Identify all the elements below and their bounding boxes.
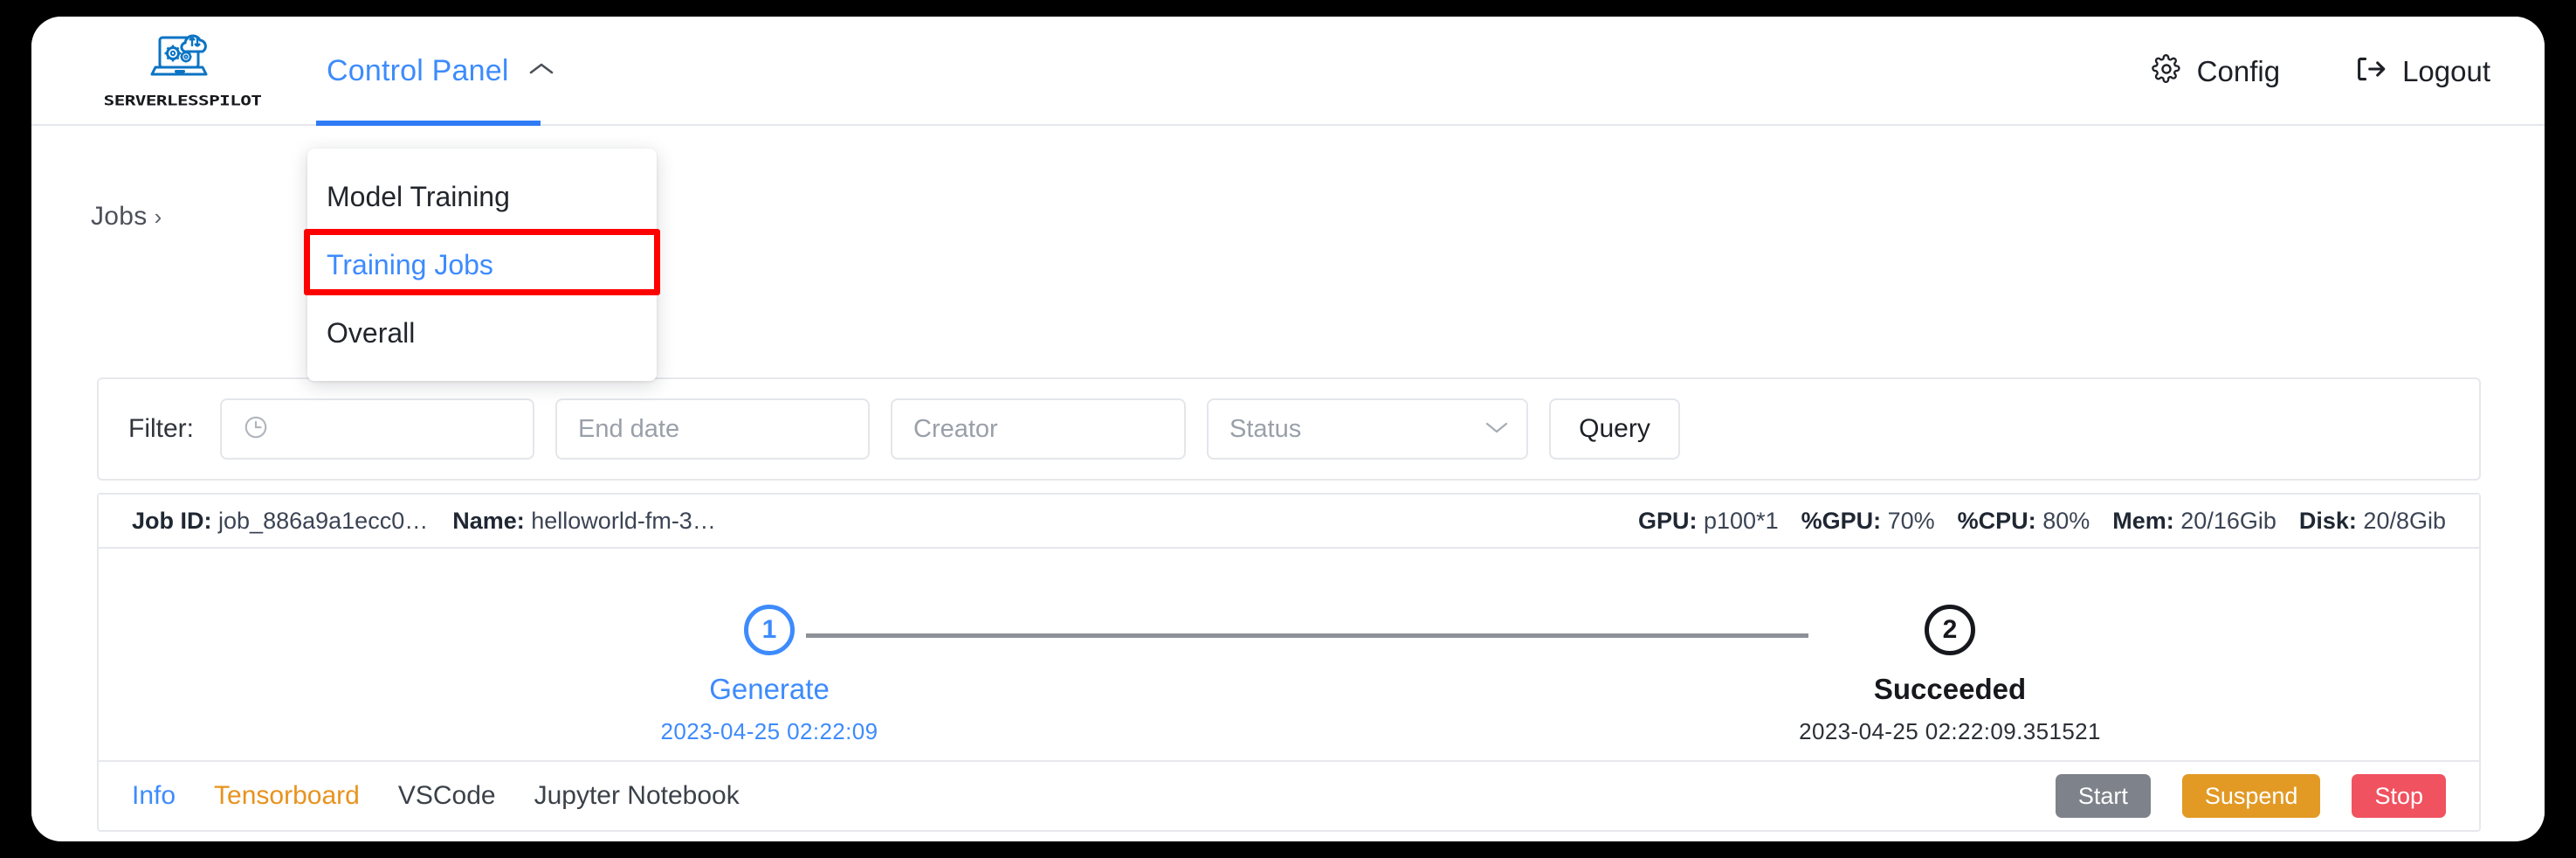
job-card: Job ID: job_886a9a1ecc0… Name: helloworl… — [97, 493, 2481, 832]
resource-gpu-pct-label: %GPU: — [1801, 507, 1882, 534]
resource-gpu-pct-value: 70% — [1887, 507, 1935, 534]
breadcrumb: Jobs › — [91, 202, 162, 232]
creator-input[interactable]: Creator — [891, 398, 1186, 460]
dropdown-item-overall[interactable]: Overall — [307, 299, 657, 367]
start-date-input[interactable] — [220, 398, 534, 460]
step-2-title: Succeeded — [1873, 673, 2027, 705]
stop-button[interactable]: Stop — [2352, 774, 2446, 818]
suspend-button[interactable]: Suspend — [2181, 774, 2321, 818]
resource-cpu-pct-label: %CPU: — [1957, 507, 2036, 534]
logout-button[interactable]: Logout — [2355, 55, 2490, 88]
nav-control-panel[interactable]: Control Panel — [320, 17, 561, 126]
filter-bar: Filter: End date Creator Status Query — [97, 377, 2481, 481]
breadcrumb-jobs[interactable]: Jobs — [91, 202, 148, 231]
clock-icon — [243, 414, 269, 445]
job-card-footer: Info Tensorboard VSCode Jupyter Notebook… — [99, 760, 2479, 830]
resource-cpu-pct: %CPU: 80% — [1958, 508, 2090, 535]
nav-control-panel-label: Control Panel — [327, 54, 509, 87]
gear-icon — [2151, 54, 2181, 88]
resource-disk-label: Disk: — [2298, 507, 2357, 534]
resource-gpu-pct: %GPU: 70% — [1801, 508, 1935, 535]
top-navigation-bar: SERVERLESSPILOT Control Panel Config Log… — [31, 17, 2545, 126]
filter-label: Filter: — [128, 414, 194, 443]
resource-disk: Disk: 20/8Gib — [2299, 508, 2446, 535]
job-card-header: Job ID: job_886a9a1ecc0… Name: helloworl… — [99, 495, 2479, 549]
tab-jupyter-notebook[interactable]: Jupyter Notebook — [534, 781, 740, 811]
resource-gpu-label: GPU: — [1637, 507, 1698, 534]
status-select[interactable]: Status — [1207, 398, 1528, 460]
top-right-actions: Config Logout — [2151, 17, 2490, 126]
config-button[interactable]: Config — [2151, 54, 2281, 88]
job-id-value: job_886a9a1ecc0… — [218, 507, 429, 534]
brand-logo[interactable]: SERVERLESSPILOT — [90, 25, 275, 111]
step-2-number: 2 — [1925, 605, 1975, 655]
job-name-label: Name: — [452, 507, 525, 534]
job-action-buttons: Start Suspend Stop — [2055, 774, 2446, 818]
job-name-value: helloworld-fm-3… — [531, 507, 716, 534]
logout-icon — [2355, 55, 2387, 87]
dropdown-item-model-training[interactable]: Model Training — [307, 163, 657, 231]
resource-mem: Mem: 20/16Gib — [2112, 508, 2276, 535]
breadcrumb-separator-icon: › — [154, 204, 162, 230]
brand-wordmark: SERVERLESSPILOT — [103, 92, 262, 109]
laptop-cloud-gears-icon — [150, 25, 215, 88]
job-name: Name: helloworld-fm-3… — [452, 508, 716, 535]
resource-mem-value: 20/16Gib — [2180, 507, 2276, 534]
creator-placeholder: Creator — [913, 414, 998, 443]
status-placeholder: Status — [1229, 414, 1302, 443]
resource-disk-value: 20/8Gib — [2363, 507, 2446, 534]
tab-tensorboard[interactable]: Tensorboard — [214, 781, 360, 811]
control-panel-dropdown-menu: Model Training Training Jobs Overall — [307, 149, 657, 381]
step-1-title: Generate — [709, 673, 830, 705]
query-button[interactable]: Query — [1549, 398, 1680, 460]
start-button[interactable]: Start — [2055, 774, 2151, 818]
chevron-up-icon — [528, 61, 554, 81]
step-1-time: 2023-04-25 02:22:09 — [660, 718, 878, 744]
resource-mem-label: Mem: — [2112, 507, 2174, 534]
resource-gpu-value: p100*1 — [1704, 507, 1779, 534]
step-succeeded: 2 Succeeded 2023-04-25 02:22:09.351521 — [1723, 605, 2177, 745]
step-generate: 1 Generate 2023-04-25 02:22:09 — [542, 605, 996, 745]
job-progress-steps: 1 Generate 2023-04-25 02:22:09 2 Succeed… — [99, 549, 2479, 760]
end-date-input[interactable]: End date — [555, 398, 870, 460]
job-id: Job ID: job_886a9a1ecc0… — [132, 508, 428, 535]
step-1-number: 1 — [744, 605, 795, 655]
end-date-placeholder: End date — [578, 414, 680, 443]
logout-label: Logout — [2402, 54, 2490, 87]
resource-cpu-pct-value: 80% — [2042, 507, 2090, 534]
tab-vscode[interactable]: VSCode — [398, 781, 496, 811]
dropdown-item-training-jobs[interactable]: Training Jobs — [307, 231, 657, 299]
config-label: Config — [2196, 54, 2281, 87]
resource-gpu: GPU: p100*1 — [1638, 508, 1779, 535]
app-window: SERVERLESSPILOT Control Panel Config Log… — [31, 17, 2545, 841]
job-id-label: Job ID: — [132, 507, 212, 534]
tab-info[interactable]: Info — [132, 781, 176, 811]
chevron-down-icon — [1484, 419, 1509, 439]
job-tabs: Info Tensorboard VSCode Jupyter Notebook — [132, 781, 740, 811]
step-2-time: 2023-04-25 02:22:09.351521 — [1799, 718, 2101, 744]
